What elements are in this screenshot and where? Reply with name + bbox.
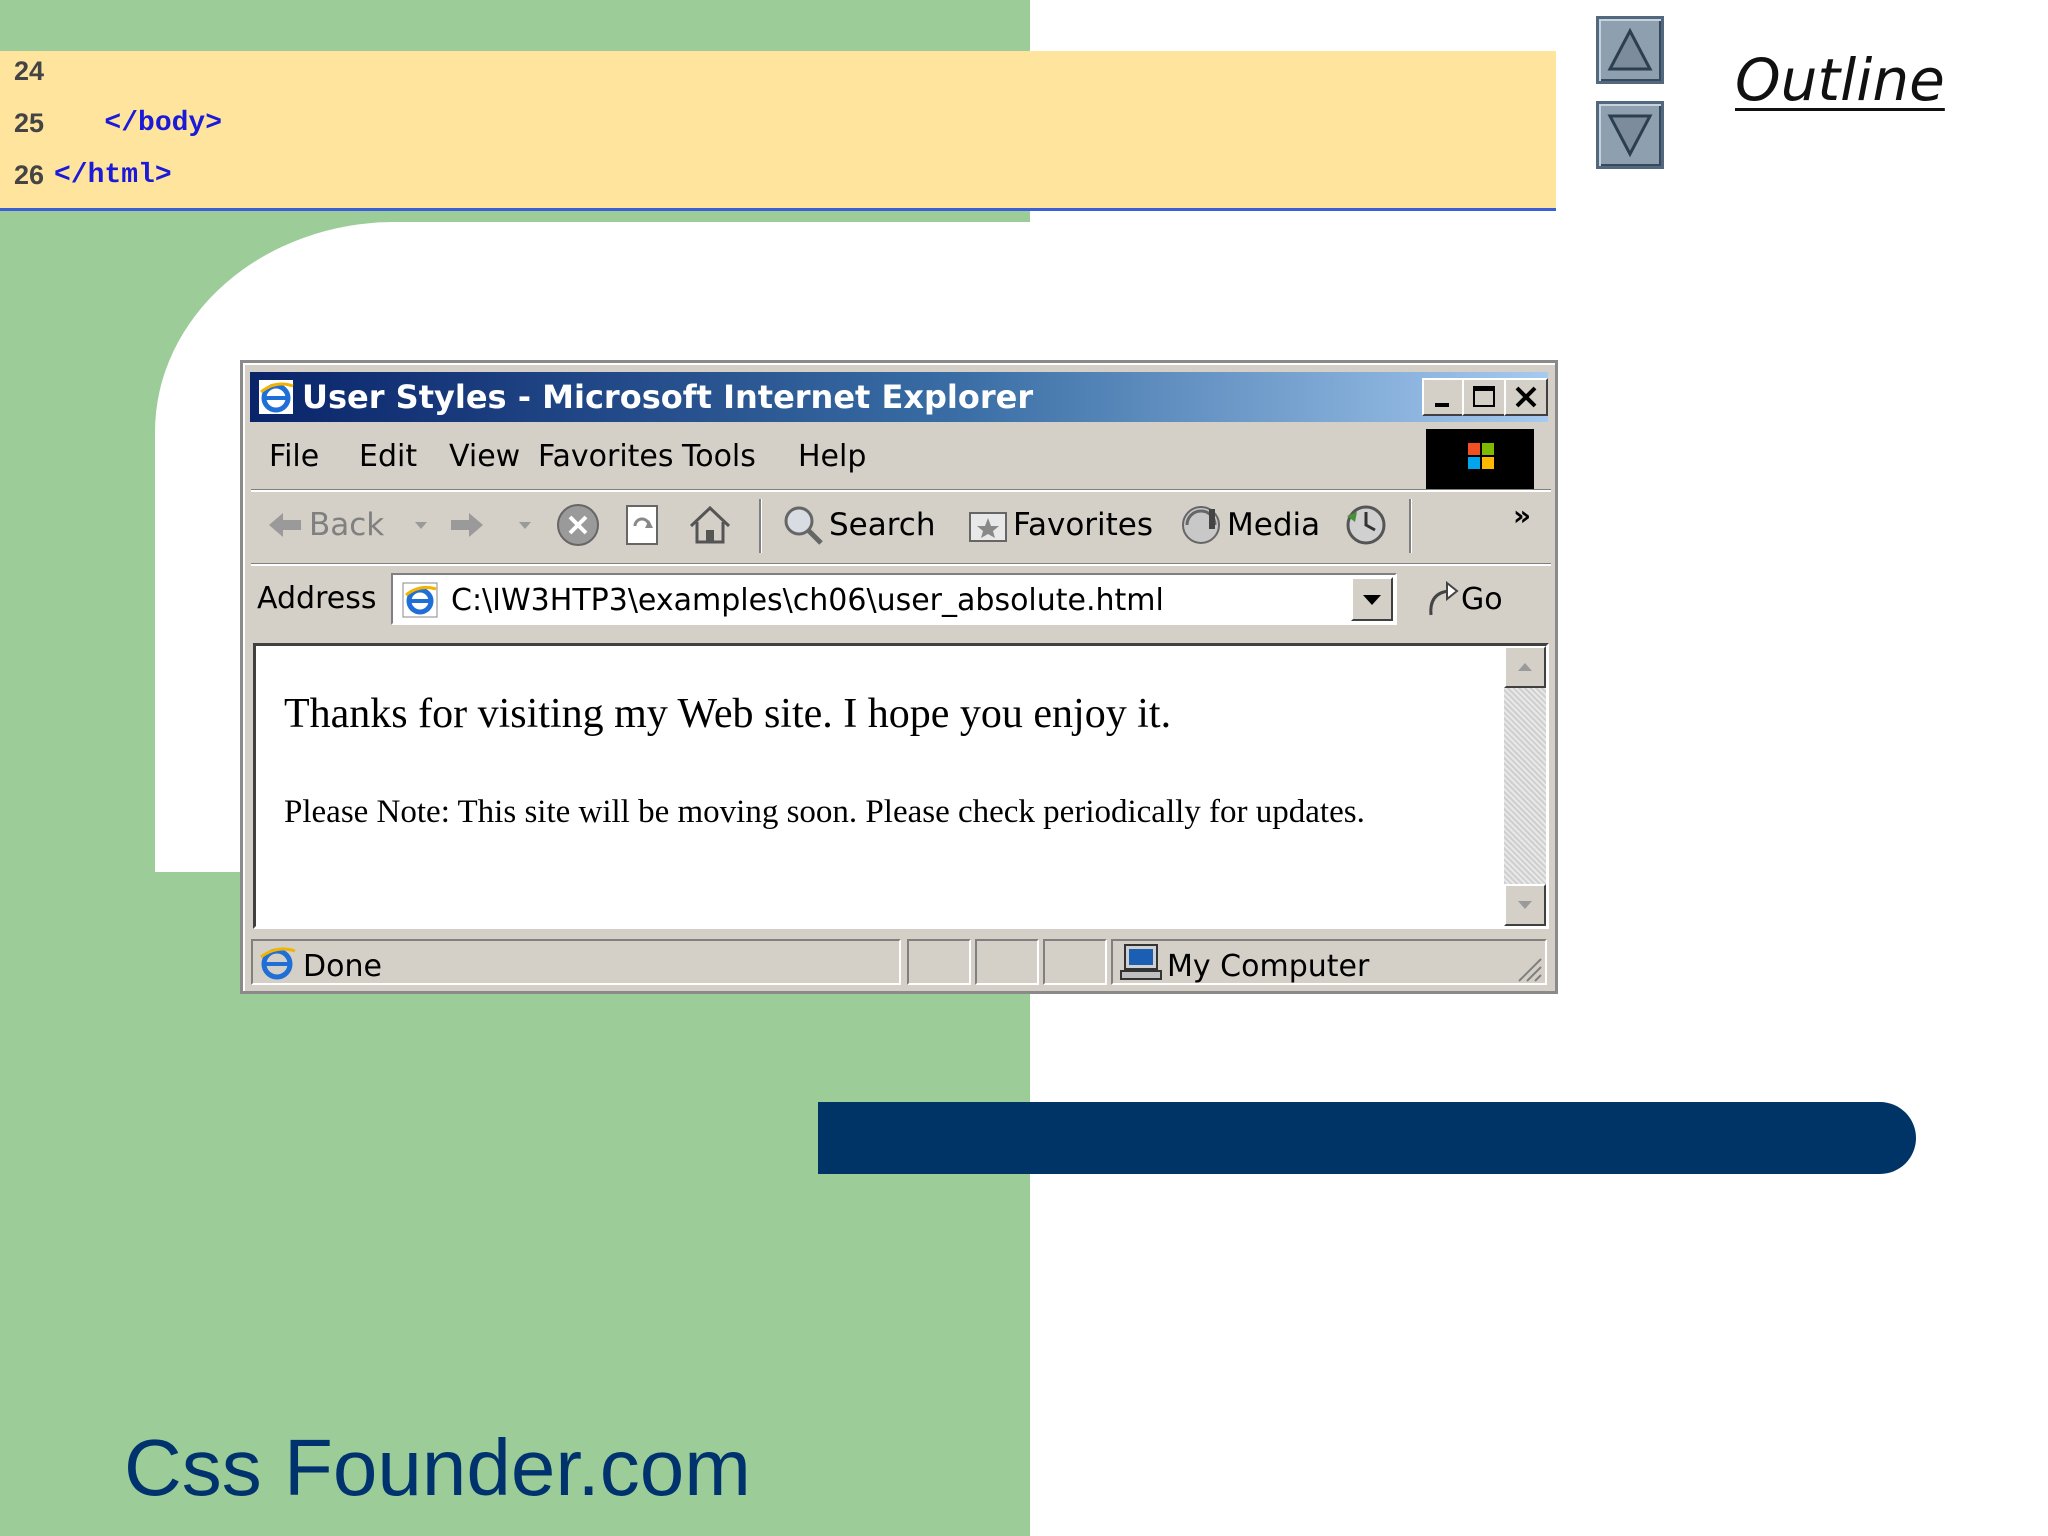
menu-favorites[interactable]: Favorites	[538, 439, 674, 474]
page-content-area: Thanks for visiting my Web site. I hope …	[253, 643, 1549, 929]
status-zone-pane: My Computer	[1111, 939, 1547, 985]
title-bar[interactable]: User Styles - Microsoft Internet Explore…	[250, 372, 1548, 422]
computer-icon	[1120, 944, 1162, 980]
address-input[interactable]: C:\IW3HTP3\examples\ch06\user_absolute.h…	[391, 573, 1397, 625]
media-icon	[1182, 506, 1220, 544]
toolbar-separator	[1409, 499, 1412, 553]
chevron-down-icon	[1363, 595, 1381, 605]
menu-tools[interactable]: Tools	[682, 439, 756, 474]
media-label: Media	[1227, 507, 1321, 543]
windows-logo	[1426, 429, 1534, 489]
done-ie-icon	[260, 947, 296, 980]
ie-logo-icon	[259, 380, 294, 414]
favorites-button[interactable]: Favorites	[967, 503, 1153, 547]
address-value: C:\IW3HTP3\examples\ch06\user_absolute.h…	[451, 583, 1164, 618]
toolbar-divider	[251, 489, 1551, 492]
go-arrow-icon	[1429, 580, 1459, 616]
footer-brand: Css Founder.com	[124, 1423, 751, 1512]
menu-help[interactable]: Help	[798, 439, 866, 474]
menu-bar: File Edit View Favorites Tools Help	[251, 427, 1431, 487]
favorites-icon	[969, 512, 1007, 542]
stop-icon	[557, 504, 599, 546]
back-dropdown-icon[interactable]	[411, 517, 431, 533]
scroll-up-button[interactable]	[1504, 646, 1546, 688]
maximize-icon	[1473, 386, 1495, 407]
scroll-up-icon	[1518, 663, 1532, 671]
home-icon	[689, 505, 731, 544]
favorites-label: Favorites	[1013, 507, 1154, 543]
standard-toolbar: Back Search Favorites Media »	[251, 493, 1551, 559]
previous-slide-button[interactable]	[1596, 16, 1664, 84]
forward-arrow-icon	[451, 513, 483, 537]
refresh-button[interactable]	[623, 503, 663, 547]
status-pane	[1043, 939, 1107, 985]
forward-button[interactable]	[447, 503, 491, 547]
page-heading: Thanks for visiting my Web site. I hope …	[284, 691, 1172, 737]
scroll-down-button[interactable]	[1504, 884, 1546, 926]
up-arrow-icon	[1607, 27, 1653, 71]
down-arrow-icon	[1607, 114, 1653, 158]
status-pane	[975, 939, 1039, 985]
code-line: 24	[14, 51, 54, 91]
page-ie-icon	[402, 582, 438, 618]
address-label: Address	[257, 581, 377, 616]
code-line: 26 </html>	[14, 155, 172, 195]
line-number: 26	[14, 159, 45, 190]
back-label: Back	[309, 507, 385, 543]
close-icon	[1515, 386, 1537, 408]
outline-link[interactable]: Outline	[1735, 46, 1945, 114]
status-text: Done	[303, 949, 382, 984]
windows-flag-icon	[1468, 443, 1494, 469]
scroll-down-icon	[1518, 901, 1532, 909]
toolbar-separator	[759, 499, 762, 553]
page-note: Please Note: This site will be moving so…	[284, 794, 1365, 830]
decorative-navy-bar	[818, 1102, 1916, 1174]
minimize-icon	[1435, 403, 1449, 407]
go-label: Go	[1461, 581, 1503, 617]
line-number: 25	[14, 107, 45, 138]
stop-button[interactable]	[555, 503, 601, 547]
close-button[interactable]	[1504, 378, 1548, 416]
menu-view[interactable]: View	[449, 439, 520, 474]
address-dropdown-button[interactable]	[1351, 577, 1393, 621]
media-button[interactable]: Media	[1179, 503, 1320, 547]
search-button[interactable]: Search	[781, 503, 936, 547]
window-title: User Styles - Microsoft Internet Explore…	[302, 378, 1034, 416]
ie-browser-window: User Styles - Microsoft Internet Explore…	[240, 360, 1558, 994]
refresh-icon	[626, 505, 658, 545]
code-line: 25 </body>	[14, 103, 222, 143]
status-bar: Done My Computer	[251, 935, 1551, 987]
resize-grip-icon[interactable]	[1513, 953, 1543, 983]
back-button[interactable]: Back	[265, 503, 384, 547]
minimize-button[interactable]	[1422, 378, 1466, 416]
toolbar-overflow-chevron[interactable]: »	[1513, 493, 1531, 537]
next-slide-button[interactable]	[1596, 101, 1664, 169]
address-divider	[251, 563, 1551, 566]
status-pane	[907, 939, 971, 985]
home-button[interactable]	[687, 503, 733, 547]
menu-edit[interactable]: Edit	[359, 439, 417, 474]
code-listing: 24 25 </body> 26 </html>	[0, 51, 1556, 211]
history-icon	[1346, 505, 1386, 545]
menu-file[interactable]: File	[269, 439, 319, 474]
forward-dropdown-icon[interactable]	[515, 517, 535, 533]
back-arrow-icon	[269, 513, 301, 537]
code-text: </html>	[54, 159, 172, 191]
maximize-button[interactable]	[1462, 378, 1506, 416]
search-icon	[784, 506, 823, 545]
address-bar: Address C:\IW3HTP3\examples\ch06\user_ab…	[251, 567, 1551, 633]
code-text: </body>	[54, 107, 223, 139]
status-zone-text: My Computer	[1167, 949, 1370, 984]
history-button[interactable]	[1343, 503, 1389, 547]
status-main-pane: Done	[251, 939, 901, 985]
go-button[interactable]: Go	[1423, 579, 1503, 619]
line-number: 24	[14, 55, 45, 86]
search-label: Search	[829, 507, 936, 543]
vertical-scrollbar[interactable]	[1504, 646, 1546, 926]
